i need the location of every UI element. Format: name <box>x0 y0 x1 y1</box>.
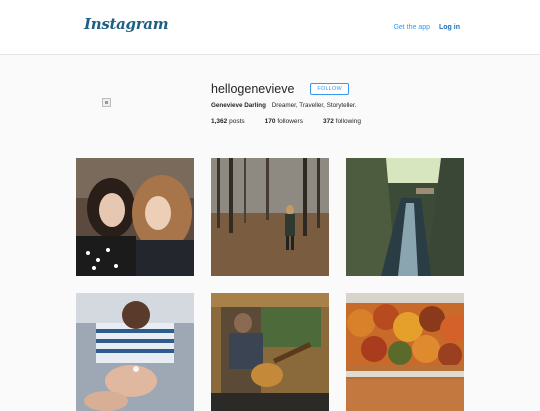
get-the-app-link[interactable]: Get the app <box>393 24 430 31</box>
profile-avatar-image <box>102 98 111 107</box>
profile-header: hellogenevieve FOLLOW Genevieve Darling … <box>211 82 491 125</box>
profile-username: hellogenevieve <box>211 82 295 96</box>
posts-label: posts <box>229 118 245 125</box>
photo-tile-gorge-waterfall[interactable] <box>346 158 464 276</box>
header-links: Get the app Log in <box>386 24 460 31</box>
posts-count: 1,362 <box>211 118 228 125</box>
username-row: hellogenevieve FOLLOW <box>211 82 491 96</box>
followers-count: 170 <box>264 118 276 125</box>
photo-tile-engagement-ring[interactable] <box>76 293 194 411</box>
followers-stat[interactable]: 170 followers <box>265 118 303 125</box>
following-stat[interactable]: 372 following <box>323 118 361 125</box>
top-navigation-bar: Instagram Get the app Log in <box>0 0 540 55</box>
log-in-link[interactable]: Log in <box>439 24 460 31</box>
following-label: following <box>335 118 361 125</box>
photo-tile-selfie[interactable] <box>76 158 194 276</box>
posts-stat: 1,362 posts <box>211 118 245 125</box>
profile-bio: Genevieve Darling Dreamer, Traveller, St… <box>211 102 491 109</box>
follow-button[interactable]: FOLLOW <box>310 83 349 95</box>
photo-tile-forest-path[interactable] <box>211 158 329 276</box>
following-count: 372 <box>322 118 334 125</box>
photo-tile-autumn-lake[interactable] <box>346 293 464 411</box>
profile-bio-text: Dreamer, Traveller, Storyteller. <box>271 102 357 109</box>
profile-full-name: Genevieve Darling <box>211 102 266 109</box>
photo-tile-guitar-in-truck[interactable] <box>211 293 329 411</box>
profile-stats: 1,362 posts 170 followers 372 following <box>211 118 491 125</box>
followers-label: followers <box>277 118 303 125</box>
instagram-logo[interactable]: Instagram <box>84 15 169 33</box>
